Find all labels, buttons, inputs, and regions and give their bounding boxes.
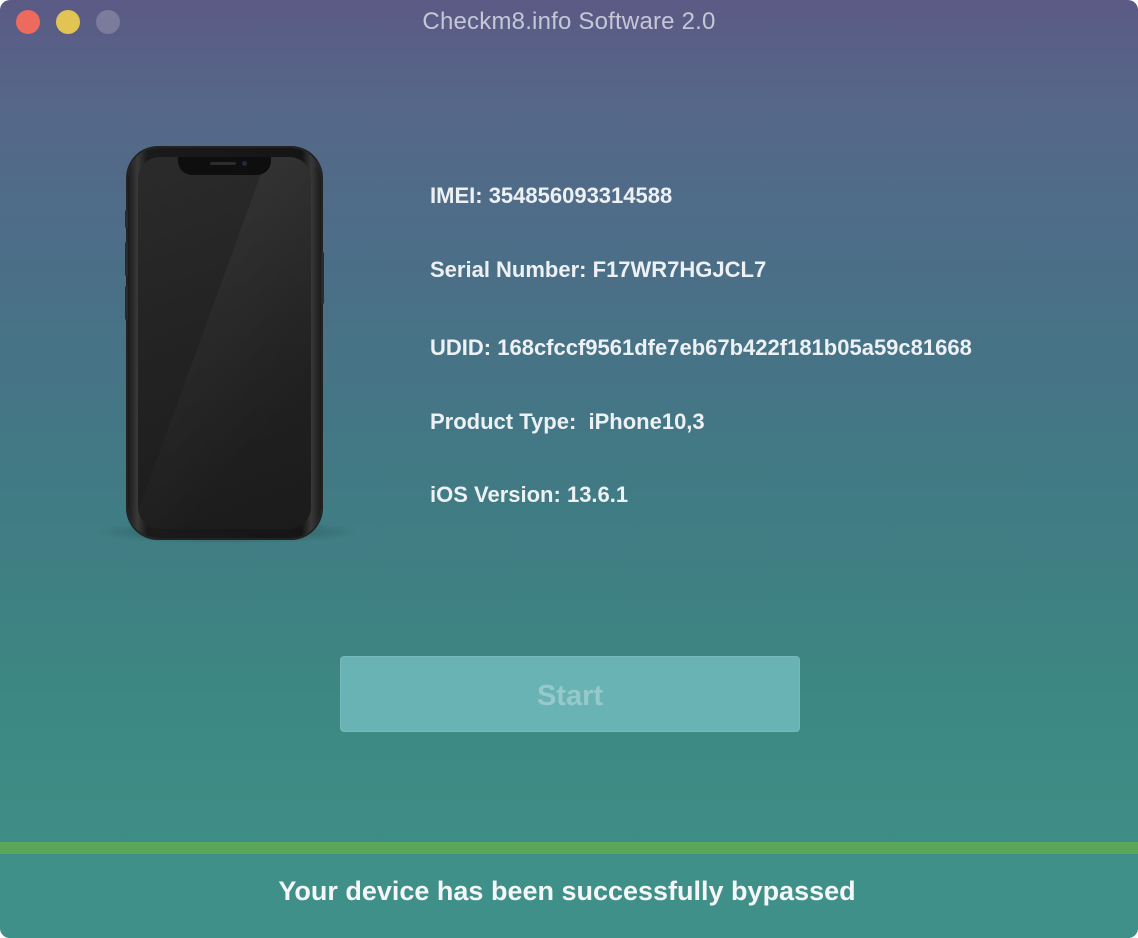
phone-volume-down: [125, 286, 128, 320]
phone-camera: [242, 161, 247, 166]
title-bar[interactable]: Checkm8.info Software 2.0: [0, 0, 1138, 44]
product-type-row: Product Type: iPhone10,3: [430, 409, 705, 435]
progress-bar-fill: [0, 842, 1138, 854]
phone-power-button: [321, 252, 324, 304]
status-message: Your device has been successfully bypass…: [278, 876, 856, 906]
serial-number-value: F17WR7HGJCL7: [592, 257, 767, 282]
phone-volume-up: [125, 242, 128, 276]
product-type-value: iPhone10,3: [588, 409, 705, 434]
product-type-label: Product Type:: [430, 409, 577, 434]
udid-row: UDID: 168cfccf9561dfe7eb67b422f181b05a59…: [430, 335, 972, 361]
imei-label: IMEI:: [430, 183, 483, 208]
imei-value: 354856093314588: [488, 183, 673, 208]
phone-body: [125, 148, 324, 538]
window-title: Checkm8.info Software 2.0: [422, 8, 716, 35]
udid-label: UDID:: [430, 335, 492, 360]
ios-version-row: iOS Version: 13.6.1: [430, 482, 628, 508]
serial-number-row: Serial Number: F17WR7HGJCL7: [430, 257, 766, 283]
start-button[interactable]: Start: [340, 656, 800, 732]
status-bar: Your device has been successfully bypass…: [0, 854, 1138, 938]
phone-screen: [138, 157, 311, 529]
serial-number-label: Serial Number:: [430, 257, 587, 282]
ios-version-label: iOS Version:: [430, 482, 561, 507]
ios-version-value: 13.6.1: [566, 482, 629, 507]
imei-row: IMEI: 354856093314588: [430, 183, 672, 209]
phone-glare: [138, 157, 311, 529]
phone-notch: [178, 157, 271, 175]
app-window: Checkm8.info Software 2.0 IMEI: 35485609…: [0, 0, 1138, 938]
udid-value: 168cfccf9561dfe7eb67b422f181b05a59c81668: [497, 335, 972, 360]
iphone-illustration: [95, 140, 360, 550]
phone-speaker: [210, 162, 236, 165]
progress-bar: [0, 842, 1138, 854]
phone-side-button: [125, 210, 128, 228]
